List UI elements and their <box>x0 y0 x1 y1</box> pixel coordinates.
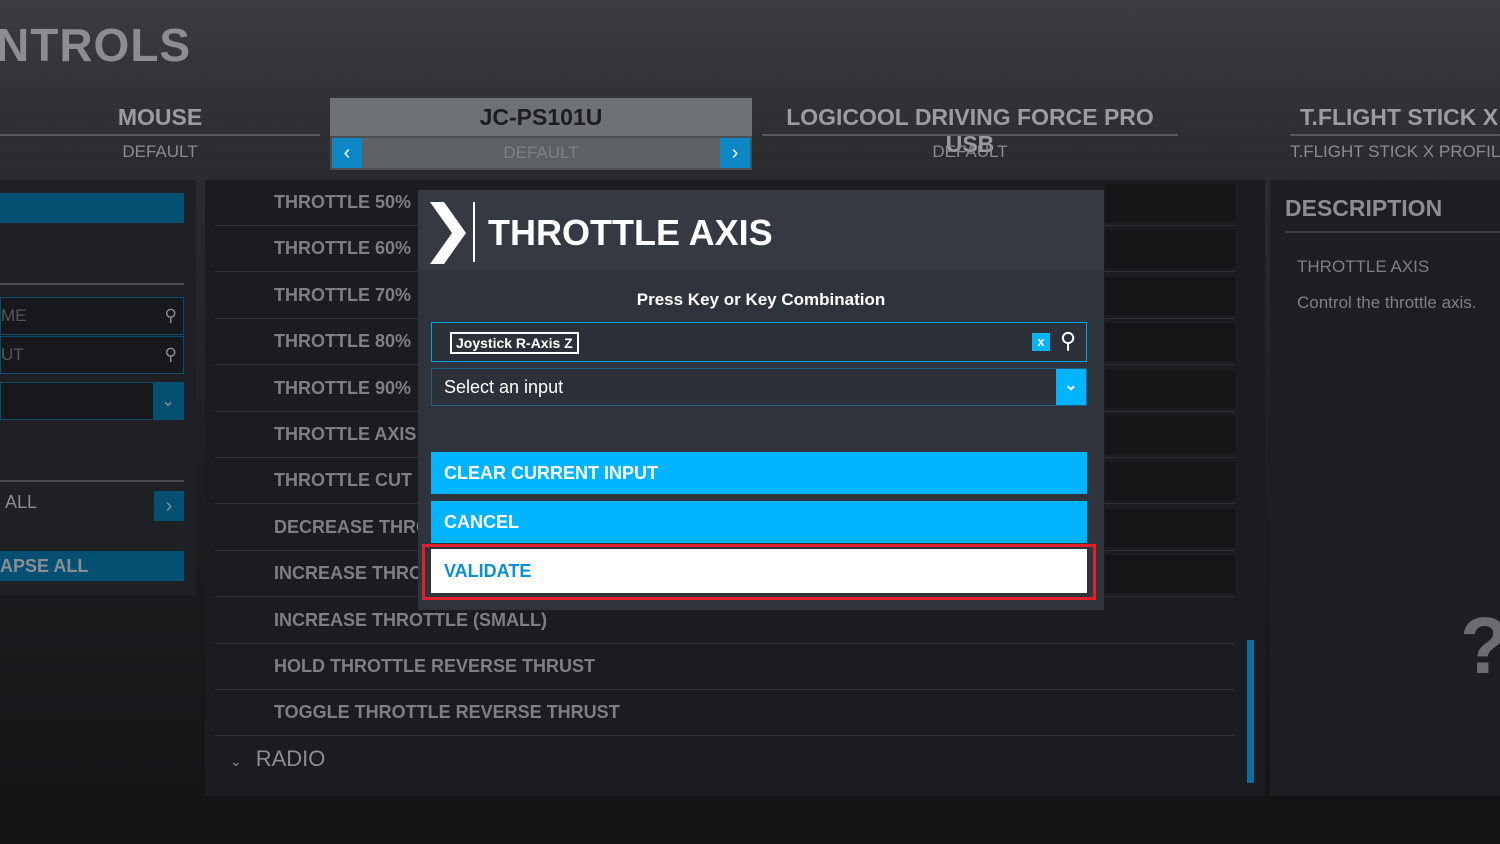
list-item[interactable]: TOGGLE THROTTLE REVERSE THRUST <box>215 690 1235 737</box>
filter-button[interactable] <box>0 193 184 223</box>
binding-dialog: THROTTLE AXIS Press Key or Key Combinati… <box>418 190 1104 610</box>
search-input-input[interactable]: UT ⚲ <box>0 336 184 374</box>
select-placeholder: Select an input <box>444 377 564 397</box>
list-item-label: THROTTLE AXIS <box>274 424 417 444</box>
filter-panel: ME ⚲ UT ⚲ ⌄ ALL › APSE ALL <box>0 180 196 595</box>
tab-jc-ps101u[interactable]: JC-PS101U ‹ DEFAULT › <box>330 98 752 170</box>
binding-slot[interactable] <box>1105 555 1235 594</box>
input-chip: Joystick R-Axis Z <box>450 332 579 354</box>
search-icon[interactable]: ⚲ <box>1060 328 1076 354</box>
device-profile: DEFAULT <box>122 142 198 161</box>
binding-slot[interactable] <box>1105 230 1235 269</box>
device-name: JC-PS101U <box>330 98 752 136</box>
category-radio[interactable]: ⌄ RADIO <box>215 737 1235 783</box>
device-name: MOUSE <box>0 98 320 136</box>
description-heading: DESCRIPTION <box>1285 195 1500 233</box>
list-item-label: THROTTLE 80% <box>274 331 412 352</box>
device-profile: DEFAULT <box>503 143 579 162</box>
list-item-label: TOGGLE THROTTLE REVERSE THRUST <box>274 702 620 723</box>
description-text: Control the throttle axis. <box>1297 293 1477 312</box>
list-item[interactable]: HOLD THROTTLE REVERSE THRUST <box>215 644 1235 690</box>
page-title: NTROLS <box>0 19 192 71</box>
description-name: THROTTLE AXIS <box>1297 257 1430 276</box>
dialog-title: THROTTLE AXIS <box>488 212 773 253</box>
chevron-down-icon: ⌄ <box>153 383 183 419</box>
description-panel: DESCRIPTION THROTTLE AXIS Control the th… <box>1270 180 1500 796</box>
binding-slot[interactable] <box>1105 323 1235 362</box>
list-item-label: INCREASE THRO <box>274 563 424 584</box>
placeholder: ME <box>1 306 27 325</box>
tab-mouse[interactable]: MOUSE DEFAULT <box>0 98 320 170</box>
list-item-label: HOLD THROTTLE REVERSE THRUST <box>274 656 596 676</box>
binding-slot[interactable] <box>1105 508 1235 547</box>
binding-slot[interactable] <box>1105 184 1235 222</box>
device-name: T.FLIGHT STICK X <box>1290 98 1500 136</box>
binding-slot[interactable] <box>1105 416 1235 454</box>
expand-all-label: ALL <box>5 492 38 512</box>
placeholder: UT <box>1 345 24 364</box>
expand-all-button[interactable]: › <box>154 491 184 521</box>
chevron-down-icon: ⌄ <box>230 752 242 769</box>
filter-dropdown[interactable]: ⌄ <box>0 382 184 420</box>
list-item-label: THROTTLE 50% <box>274 192 412 212</box>
list-item-label: THROTTLE 90% <box>274 377 412 398</box>
cancel-button[interactable]: CANCEL <box>431 501 1087 543</box>
tab-logicool[interactable]: LOGICOOL DRIVING FORCE PRO USB DEFAULT <box>762 98 1178 170</box>
device-name: LOGICOOL DRIVING FORCE PRO USB <box>762 98 1178 157</box>
clear-current-input-button[interactable]: CLEAR CURRENT INPUT <box>431 452 1087 494</box>
binding-slot[interactable] <box>1105 276 1235 315</box>
key-input-field[interactable]: Joystick R-Axis Z x ⚲ <box>431 322 1087 362</box>
list-item-label: THROTTLE 60% <box>274 238 412 259</box>
select-input-dropdown[interactable]: Select an input ⌄ <box>431 368 1087 406</box>
help-icon: ? <box>1460 600 1500 692</box>
list-item-label: THROTTLE 70% <box>274 284 412 305</box>
dialog-prompt: Press Key or Key Combination <box>636 290 886 309</box>
collapse-all-button[interactable]: APSE ALL <box>0 551 184 581</box>
search-icon: ⚲ <box>164 306 177 325</box>
tab-tflight[interactable]: T.FLIGHT STICK X T.FLIGHT STICK X PROFIL <box>1190 98 1500 170</box>
search-name-input[interactable]: ME ⚲ <box>0 297 184 335</box>
list-item-label: THROTTLE CUT <box>274 470 412 491</box>
search-icon: ⚲ <box>164 345 177 364</box>
prev-profile-button[interactable]: ‹ <box>332 138 362 168</box>
scrollbar[interactable] <box>1247 640 1254 783</box>
binding-slot[interactable] <box>1105 462 1235 501</box>
logo-chevron-icon <box>430 202 475 264</box>
list-item-label: INCREASE THROTTLE (SMALL) <box>274 609 547 630</box>
binding-slot[interactable] <box>1105 369 1235 408</box>
chevron-down-icon: ⌄ <box>1056 369 1086 405</box>
clear-input-button[interactable]: x <box>1032 333 1050 351</box>
category-label: RADIO <box>255 745 326 771</box>
next-profile-button[interactable]: › <box>720 138 750 168</box>
list-item-label: DECREASE THRO <box>274 516 431 537</box>
device-profile: T.FLIGHT STICK X PROFIL <box>1290 142 1500 161</box>
validate-button[interactable]: VALIDATE <box>431 549 1087 593</box>
